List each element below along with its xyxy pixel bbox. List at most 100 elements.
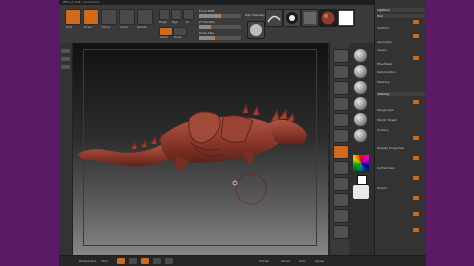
palette-row[interactable]: Export bbox=[377, 186, 425, 190]
main-color-swatch[interactable] bbox=[357, 175, 367, 185]
focal-shift-label: Focal Shift bbox=[199, 9, 215, 13]
tool-palette: Lightbox Tool SubTool Geometry Layers Fi… bbox=[374, 0, 426, 266]
left-tray-slot[interactable] bbox=[61, 65, 70, 69]
palette-row[interactable]: Layers bbox=[377, 48, 425, 52]
palette-row[interactable]: Unified Skin bbox=[377, 166, 425, 170]
floor-button[interactable] bbox=[333, 161, 349, 175]
local-button[interactable] bbox=[117, 258, 125, 264]
brush-standard-icon[interactable] bbox=[354, 49, 367, 62]
scale-tool-button[interactable] bbox=[119, 9, 135, 25]
rgb-button[interactable] bbox=[171, 9, 182, 20]
rgb-intensity-label: Rgb Intensity bbox=[245, 13, 265, 17]
xyz-button[interactable] bbox=[333, 193, 349, 207]
actual-button[interactable] bbox=[333, 113, 349, 127]
xpose-label[interactable]: Xpose bbox=[315, 259, 324, 263]
rotate-button[interactable] bbox=[165, 258, 173, 264]
scale-label: Scale bbox=[120, 25, 129, 29]
m-label: M bbox=[186, 20, 189, 24]
zoom-button[interactable] bbox=[333, 97, 349, 111]
zsub-label: Zsub bbox=[174, 35, 182, 39]
left-tray bbox=[59, 43, 73, 255]
move-view-button[interactable] bbox=[333, 225, 349, 239]
solo-label[interactable]: Solo bbox=[299, 259, 305, 263]
palette-chip[interactable] bbox=[413, 56, 419, 60]
perspective-label[interactable]: Perspective bbox=[79, 259, 96, 263]
spix-button[interactable] bbox=[333, 65, 349, 79]
material-preview[interactable] bbox=[353, 185, 369, 199]
palette-row[interactable]: Tool bbox=[377, 14, 425, 18]
aahalf-button[interactable] bbox=[333, 129, 349, 143]
palette-row[interactable]: SubTool bbox=[377, 26, 425, 30]
m-button[interactable] bbox=[183, 9, 194, 20]
local-button[interactable] bbox=[333, 177, 349, 191]
focal-shift-slider[interactable] bbox=[199, 14, 241, 18]
draw-size-slider[interactable] bbox=[199, 36, 241, 40]
stroke-icon[interactable] bbox=[265, 9, 283, 27]
color-picker-wheel[interactable] bbox=[353, 155, 369, 171]
brush-tray bbox=[349, 43, 374, 255]
alpha-icon[interactable] bbox=[283, 9, 301, 27]
brush-move-icon[interactable] bbox=[354, 81, 367, 94]
palette-row[interactable]: Display Properties bbox=[377, 146, 425, 150]
palette-row[interactable]: Morph Target bbox=[377, 118, 425, 122]
mrgb-button[interactable] bbox=[159, 9, 170, 20]
texture-icon[interactable] bbox=[301, 9, 319, 27]
rotate-tool-button[interactable] bbox=[137, 9, 153, 25]
floor-label[interactable]: Floor bbox=[101, 259, 108, 263]
move-button[interactable] bbox=[141, 258, 149, 264]
scale-button[interactable] bbox=[153, 258, 161, 264]
draw-label: Draw bbox=[84, 25, 92, 29]
palette-chip[interactable] bbox=[413, 100, 419, 104]
left-tray-slot[interactable] bbox=[61, 49, 70, 53]
dragon-sculpt bbox=[78, 102, 307, 205]
brush-standard-icon[interactable] bbox=[247, 21, 265, 39]
left-tray-slot[interactable] bbox=[61, 57, 70, 61]
frame-button[interactable] bbox=[333, 209, 349, 223]
draw-size-label: Draw Size bbox=[199, 31, 214, 35]
edit-label: Edit bbox=[66, 25, 72, 29]
rotate-label: Rotate bbox=[137, 25, 147, 29]
mrgb-label: Mrgb bbox=[159, 20, 167, 24]
edit-tool-button[interactable] bbox=[65, 9, 81, 25]
z-intensity-slider[interactable] bbox=[199, 25, 241, 29]
brush-clay-icon[interactable] bbox=[354, 65, 367, 78]
transp-label[interactable]: Transp bbox=[259, 259, 269, 263]
frame-button[interactable] bbox=[129, 258, 137, 264]
palette-chip[interactable] bbox=[413, 212, 419, 216]
top-shelf: Edit Draw Move Scale Rotate Mrgb Rgb M Z… bbox=[59, 5, 426, 44]
right-shelf bbox=[329, 43, 350, 255]
color-swatch-icon[interactable] bbox=[337, 9, 355, 27]
brush-dam-icon[interactable] bbox=[354, 97, 367, 110]
palette-chip[interactable] bbox=[413, 156, 419, 160]
palette-row[interactable]: Visibility bbox=[377, 92, 425, 96]
bpr-button[interactable] bbox=[333, 49, 349, 63]
bottom-shelf: Perspective Floor Transp Ghost Solo Xpos… bbox=[59, 255, 426, 266]
palette-chip[interactable] bbox=[413, 20, 419, 24]
scroll-button[interactable] bbox=[333, 81, 349, 95]
palette-chip[interactable] bbox=[413, 228, 419, 232]
palette-row[interactable]: FiberMesh bbox=[377, 62, 425, 66]
palette-row[interactable]: Masking bbox=[377, 80, 425, 84]
palette-row[interactable]: Geometry bbox=[377, 40, 425, 44]
palette-row[interactable]: Deformation bbox=[377, 70, 425, 74]
move-tool-button[interactable] bbox=[101, 9, 117, 25]
persp-button[interactable] bbox=[333, 145, 349, 159]
zbrush-window: ZBrush 4R6 · Document Edit Draw Move Sca… bbox=[59, 0, 426, 266]
palette-row[interactable]: Surface bbox=[377, 128, 425, 132]
palette-chip[interactable] bbox=[413, 176, 419, 180]
palette-chip[interactable] bbox=[413, 34, 419, 38]
palette-row[interactable]: Polygroups bbox=[377, 108, 425, 112]
brush-pinch-icon[interactable] bbox=[354, 129, 367, 142]
brush-inflate-icon[interactable] bbox=[354, 113, 367, 126]
move-label: Move bbox=[102, 25, 111, 29]
brush-cursor bbox=[235, 173, 267, 205]
draw-tool-button[interactable] bbox=[83, 9, 99, 25]
zadd-label: Zadd bbox=[160, 35, 168, 39]
window-title: ZBrush 4R6 · Document bbox=[63, 0, 99, 4]
ghost-label[interactable]: Ghost bbox=[281, 259, 290, 263]
material-icon[interactable] bbox=[319, 9, 337, 27]
palette-row[interactable]: Lightbox bbox=[377, 8, 425, 12]
palette-chip[interactable] bbox=[413, 136, 419, 140]
document-canvas[interactable] bbox=[73, 43, 328, 255]
palette-chip[interactable] bbox=[413, 196, 419, 200]
